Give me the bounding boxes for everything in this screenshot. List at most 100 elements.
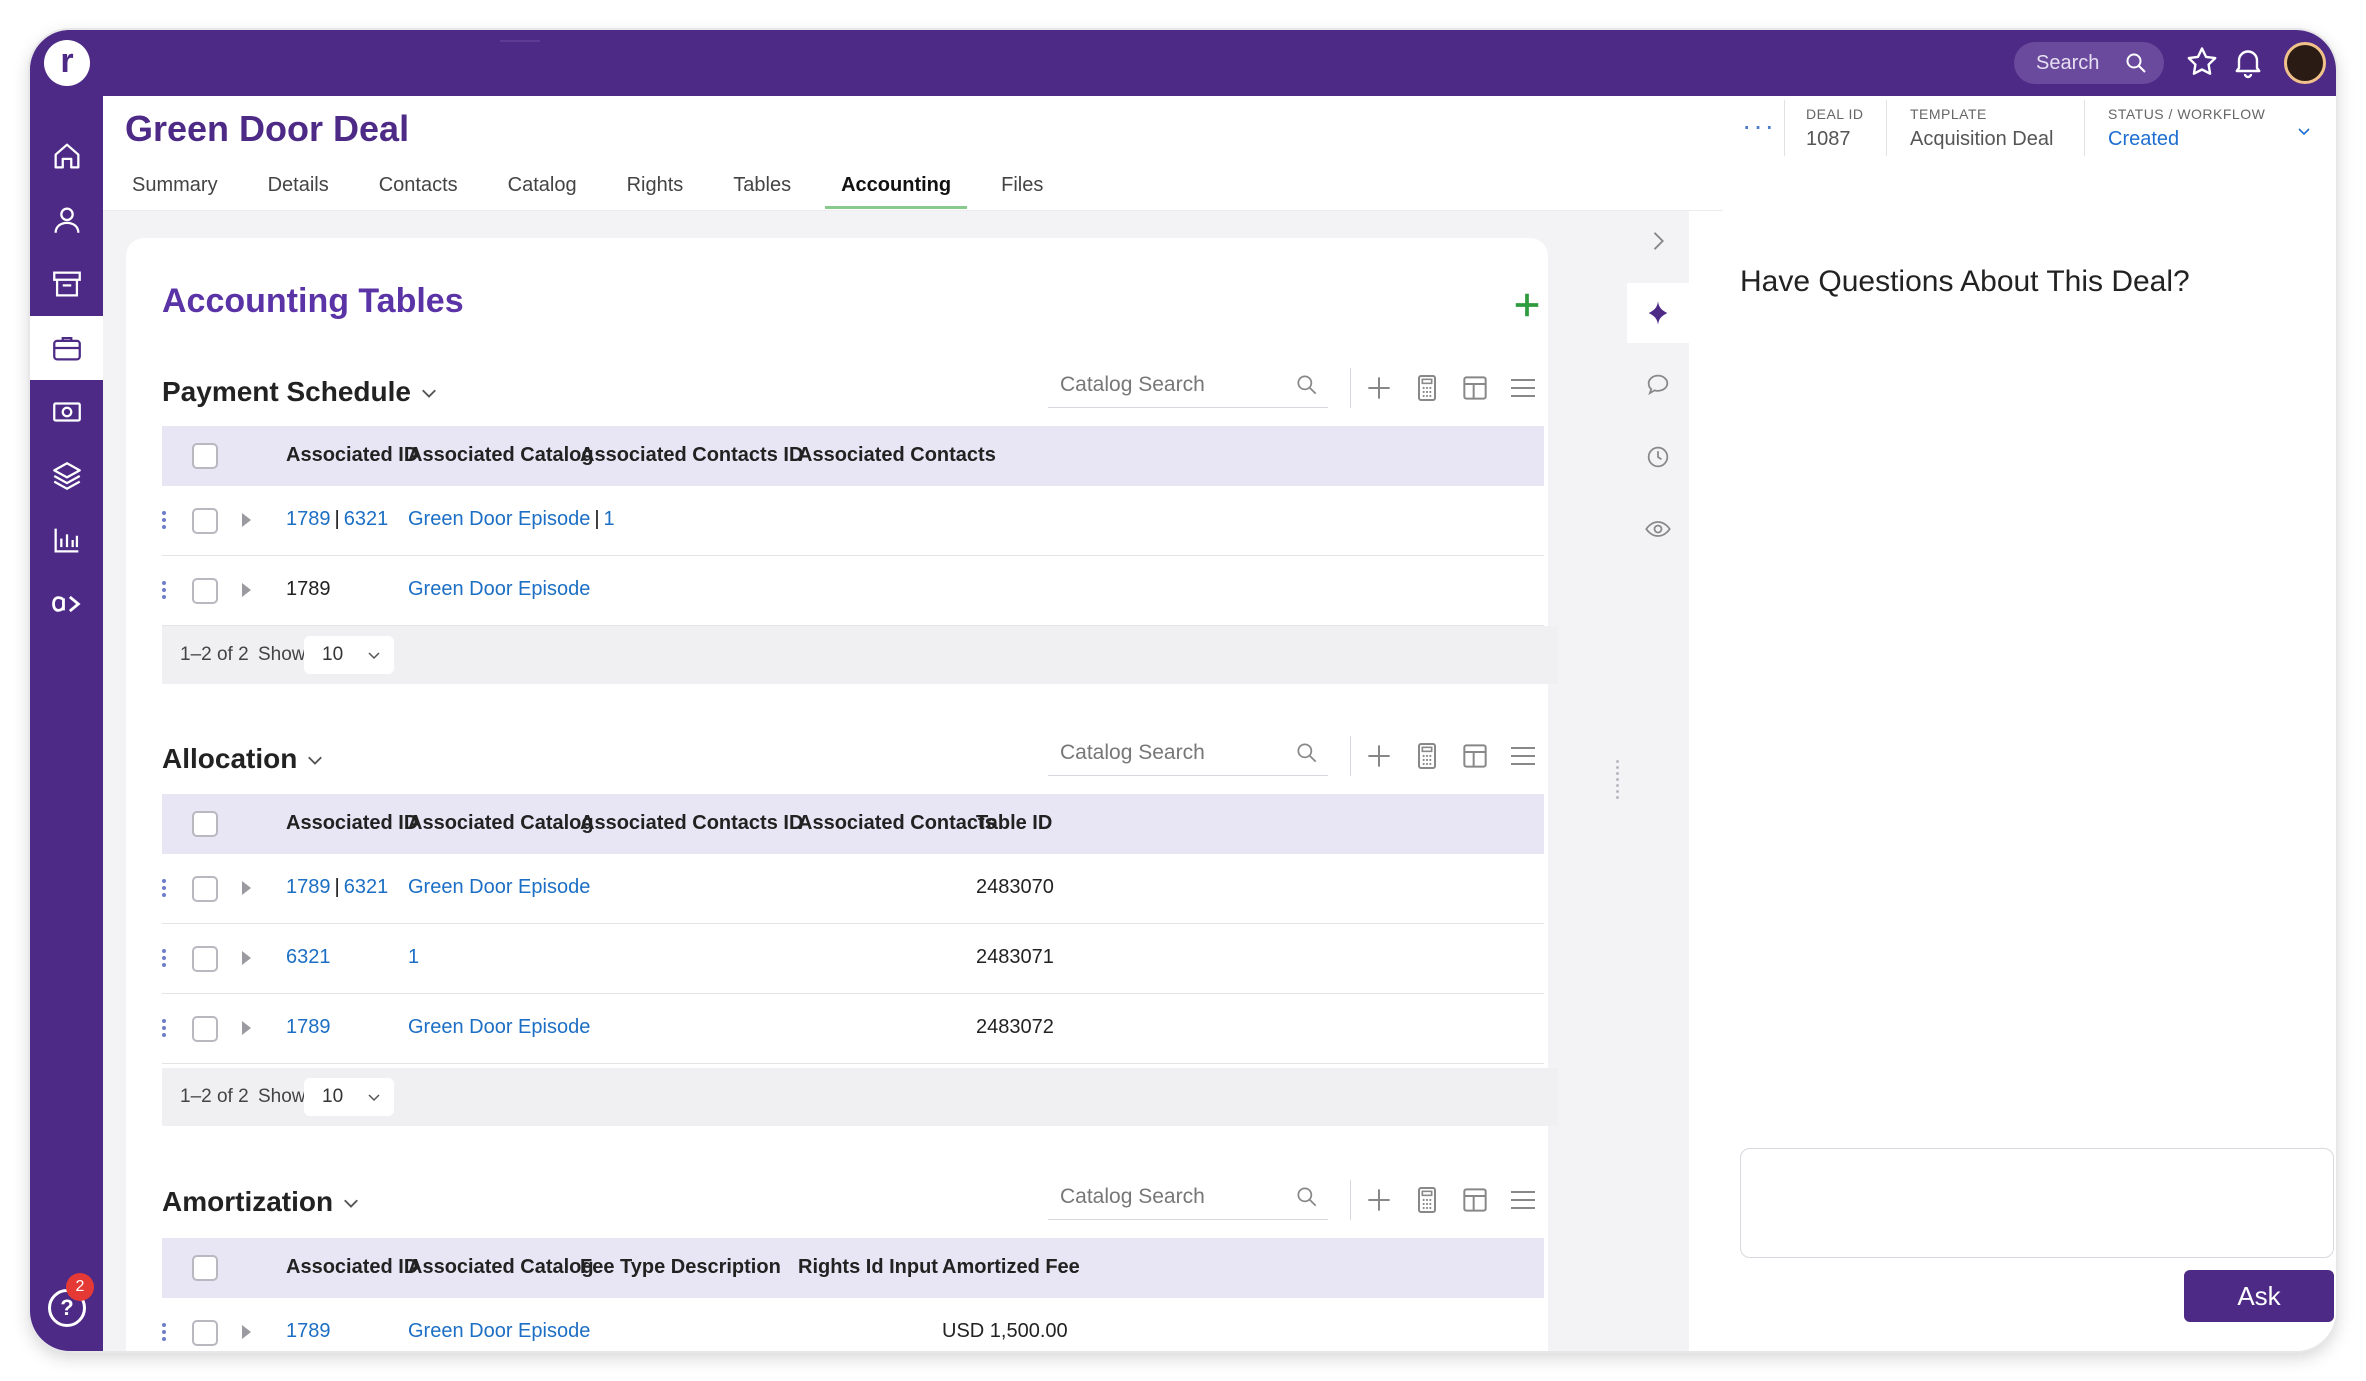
row-menu-icon[interactable]: [162, 1323, 170, 1344]
expand-row-icon[interactable]: [242, 583, 251, 597]
ask-button[interactable]: Ask: [2184, 1270, 2334, 1322]
column-header[interactable]: Associated Catalog: [408, 1256, 594, 1279]
tab-details[interactable]: Details: [268, 174, 329, 209]
row-checkbox[interactable]: [192, 1320, 218, 1346]
chevron-down-icon[interactable]: [419, 384, 439, 404]
tab-rights[interactable]: Rights: [627, 174, 684, 209]
associated-id-link[interactable]: 1789: [286, 508, 331, 530]
calculator-icon[interactable]: [1411, 372, 1443, 404]
page-size-select[interactable]: 10: [304, 1078, 394, 1116]
catalog-search-input[interactable]: Catalog Search: [1048, 370, 1328, 408]
tab-tables[interactable]: Tables: [733, 174, 791, 209]
associated-id-link[interactable]: 1789: [286, 876, 331, 898]
expand-row-icon[interactable]: [242, 1325, 251, 1339]
deals-icon[interactable]: [30, 316, 103, 380]
layers-icon[interactable]: [30, 444, 103, 508]
chevron-down-icon[interactable]: [341, 1194, 361, 1214]
home-icon[interactable]: [30, 124, 103, 188]
status-workflow[interactable]: STATUS / WORKFLOW Created: [2108, 106, 2265, 151]
select-all-checkbox[interactable]: [192, 1255, 218, 1281]
status-value[interactable]: Created: [2108, 128, 2265, 151]
catalog-link[interactable]: 1: [604, 508, 615, 530]
tab-catalog[interactable]: Catalog: [508, 174, 577, 209]
column-header[interactable]: Associated ID: [286, 444, 418, 467]
tab-contacts[interactable]: Contacts: [379, 174, 458, 209]
associated-id-link[interactable]: 1789: [286, 1320, 331, 1343]
column-header[interactable]: Rights Id Input: [798, 1256, 938, 1279]
bell-icon[interactable]: [2230, 44, 2266, 80]
section-title-amortization[interactable]: Amortization: [162, 1186, 361, 1218]
column-header[interactable]: Associated Contacts ID: [580, 812, 803, 835]
column-header[interactable]: Table ID: [976, 812, 1052, 835]
reports-icon[interactable]: [30, 508, 103, 572]
column-header[interactable]: Fee Type Description: [580, 1256, 781, 1279]
row-menu-icon[interactable]: [162, 879, 170, 900]
expand-row-icon[interactable]: [242, 513, 251, 527]
question-input[interactable]: [1740, 1148, 2334, 1258]
catalog-link[interactable]: Green Door Episode: [408, 508, 590, 530]
column-header[interactable]: Associated Contacts ID: [580, 444, 803, 467]
calculator-icon[interactable]: [1411, 740, 1443, 772]
calculator-icon[interactable]: [1411, 1184, 1443, 1216]
associated-id-link[interactable]: 1789: [286, 1016, 331, 1039]
more-options-button[interactable]: ···: [1742, 110, 1776, 142]
global-search[interactable]: Search: [2014, 42, 2164, 84]
history-icon[interactable]: [1627, 427, 1689, 487]
archive-icon[interactable]: [30, 252, 103, 316]
menu-icon[interactable]: [1507, 372, 1539, 404]
chevron-down-icon[interactable]: [305, 751, 325, 771]
star-icon[interactable]: [2184, 44, 2220, 80]
ai-icon[interactable]: [30, 572, 103, 636]
catalog-search-input[interactable]: Catalog Search: [1048, 1182, 1328, 1220]
expand-row-icon[interactable]: [242, 881, 251, 895]
section-title-payment-schedule[interactable]: Payment Schedule: [162, 376, 439, 408]
expand-row-icon[interactable]: [242, 951, 251, 965]
column-header[interactable]: Associated Catalog: [408, 444, 594, 467]
chevron-right-icon[interactable]: [1627, 211, 1689, 271]
layout-icon[interactable]: [1459, 372, 1491, 404]
row-menu-icon[interactable]: [162, 1019, 170, 1040]
page-size-select[interactable]: 10: [304, 636, 394, 674]
catalog-link[interactable]: 1: [408, 946, 419, 969]
column-header[interactable]: Associated Catalog: [408, 812, 594, 835]
plus-icon[interactable]: [1363, 1184, 1395, 1216]
row-menu-icon[interactable]: [162, 581, 170, 602]
tab-summary[interactable]: Summary: [132, 174, 218, 209]
column-header[interactable]: Associated ID: [286, 812, 418, 835]
row-menu-icon[interactable]: [162, 511, 170, 532]
sparkle-icon[interactable]: [1627, 283, 1689, 343]
associated-id-link[interactable]: 6321: [344, 508, 389, 530]
layout-icon[interactable]: [1459, 740, 1491, 772]
column-header[interactable]: Associated Contacts: [798, 812, 996, 835]
plus-icon[interactable]: [1363, 372, 1395, 404]
associated-id-link[interactable]: 6321: [286, 946, 331, 969]
row-checkbox[interactable]: [192, 1016, 218, 1042]
section-title-allocation[interactable]: Allocation: [162, 743, 325, 775]
select-all-checkbox[interactable]: [192, 811, 218, 837]
search-icon[interactable]: [1294, 1184, 1320, 1210]
menu-icon[interactable]: [1507, 1184, 1539, 1216]
row-menu-icon[interactable]: [162, 949, 170, 970]
expand-row-icon[interactable]: [242, 1021, 251, 1035]
tab-accounting[interactable]: Accounting: [825, 174, 968, 209]
search-icon[interactable]: [1294, 740, 1320, 766]
menu-icon[interactable]: [1507, 740, 1539, 772]
row-checkbox[interactable]: [192, 578, 218, 604]
layout-icon[interactable]: [1459, 1184, 1491, 1216]
column-header[interactable]: Associated Contacts: [798, 444, 996, 467]
row-checkbox[interactable]: [192, 876, 218, 902]
tab-files[interactable]: Files: [1001, 174, 1043, 209]
search-icon[interactable]: [1294, 372, 1320, 398]
avatar[interactable]: [2284, 42, 2326, 84]
logo[interactable]: r: [44, 40, 90, 86]
plus-icon[interactable]: [1363, 740, 1395, 772]
catalog-link[interactable]: Green Door Episode: [408, 1016, 590, 1039]
add-table-button[interactable]: [1512, 290, 1542, 320]
eye-icon[interactable]: [1627, 499, 1689, 559]
column-header[interactable]: Associated ID: [286, 1256, 418, 1279]
row-checkbox[interactable]: [192, 946, 218, 972]
catalog-link[interactable]: Green Door Episode: [408, 876, 590, 899]
catalog-link[interactable]: Green Door Episode: [408, 578, 590, 601]
select-all-checkbox[interactable]: [192, 443, 218, 469]
catalog-link[interactable]: Green Door Episode: [408, 1320, 590, 1343]
